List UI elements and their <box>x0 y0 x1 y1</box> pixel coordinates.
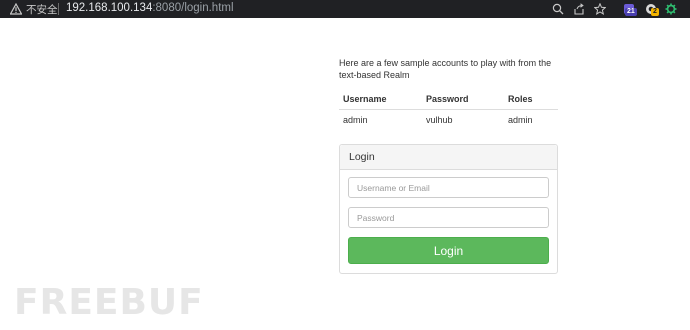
warning-icon[interactable] <box>10 3 22 15</box>
login-panel: Login Login <box>339 144 558 274</box>
share-icon[interactable] <box>573 3 585 15</box>
extension-badge-1: 21 <box>625 8 637 16</box>
address-divider <box>58 3 59 15</box>
login-panel-heading: Login <box>340 145 557 170</box>
security-status-label[interactable]: 不安全 <box>26 2 58 17</box>
username-input[interactable] <box>348 177 549 198</box>
cell-username: admin <box>339 108 422 131</box>
column-header-password: Password <box>422 89 504 110</box>
cell-roles: admin <box>504 108 558 131</box>
table-row: admin vulhub admin <box>339 108 558 131</box>
sample-accounts-intro: Here are a few sample accounts to play w… <box>339 58 552 80</box>
login-button[interactable]: Login <box>348 237 549 264</box>
column-header-username: Username <box>339 89 422 110</box>
sample-accounts-table: Username Password Roles admin vulhub adm… <box>339 89 558 131</box>
cell-password: vulhub <box>422 108 504 131</box>
bookmark-star-icon[interactable] <box>594 3 606 15</box>
column-header-roles: Roles <box>504 89 558 110</box>
url-path: :8080/login.html <box>152 1 234 14</box>
password-input[interactable] <box>348 207 549 228</box>
freebuf-watermark: FREEBUF <box>14 282 204 323</box>
extension-badge-2: 2 <box>651 8 659 16</box>
settings-gear-icon[interactable] <box>665 3 677 15</box>
table-header-row: Username Password Roles <box>339 89 558 110</box>
url-host: 192.168.100.134 <box>66 1 153 14</box>
zoom-icon[interactable] <box>552 3 564 15</box>
browser-address-bar: 不安全 192.168.100.134:8080/login.html 21 2 <box>0 0 690 18</box>
url-field[interactable]: 192.168.100.134:8080/login.html <box>66 2 234 14</box>
